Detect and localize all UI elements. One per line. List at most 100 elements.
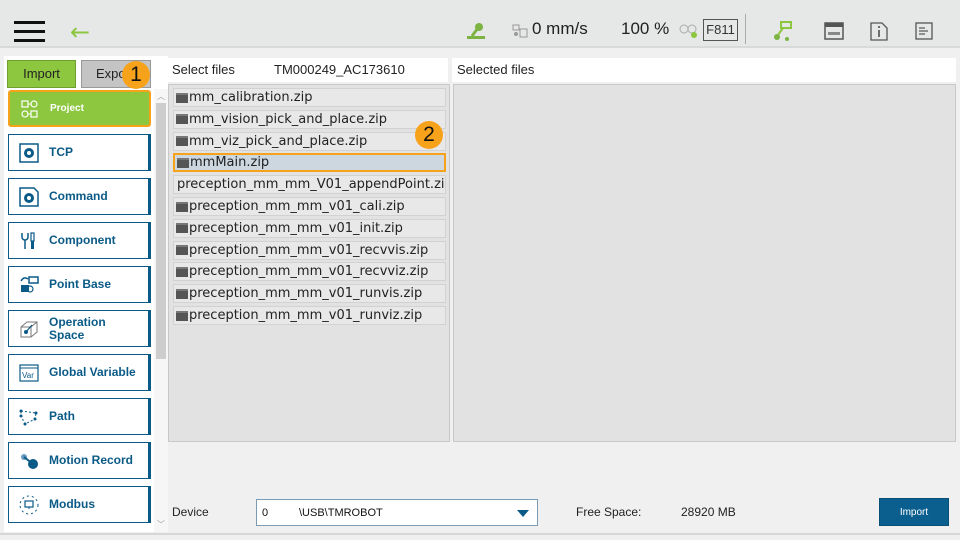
file-name: preception_mm_mm_V01_appendPoint.zip	[177, 177, 446, 193]
log-icon[interactable]	[915, 22, 933, 40]
file-item[interactable]: preception_mm_mm_V01_appendPoint.zip	[173, 175, 446, 195]
file-name: mmMain.zip	[190, 155, 270, 171]
hamburger-menu-icon[interactable]	[14, 21, 45, 43]
fcode-label: F811	[703, 19, 738, 41]
svg-text:Var: Var	[22, 371, 34, 380]
tab-import[interactable]: Import	[7, 60, 76, 88]
tools-icon	[21, 231, 35, 249]
select-files-title: Select files	[172, 62, 235, 77]
device-path: \USB\TMROBOT	[299, 507, 383, 519]
sidebar-item-label: TCP	[49, 145, 73, 159]
file-item[interactable]: mm_vision_pick_and_place.zip	[173, 109, 446, 129]
file-item[interactable]: preception_mm_mm_v01_init.zip	[173, 218, 446, 238]
project-flow-icon	[21, 99, 38, 118]
sidebar-item-label: Path	[49, 409, 76, 423]
sidebar-item-label: Command	[49, 189, 108, 203]
file-item[interactable]: preception_mm_mm_v01_recvviz.zip	[173, 262, 446, 282]
sidebar-item-global-variable[interactable]: Var Global Variable	[8, 354, 151, 391]
operation-space-icon	[20, 321, 38, 337]
sidebar-item-operation-space[interactable]: Operation Space	[8, 310, 151, 347]
file-name: mm_vision_pick_and_place.zip	[189, 111, 388, 127]
sidebar-item-project[interactable]: Project	[8, 90, 151, 127]
source-robot-id: TM000249_AC173610	[274, 62, 405, 77]
path-icon	[19, 409, 38, 425]
sidebar-item-label: Project	[50, 103, 84, 114]
speed-readout: 0 mm/s	[532, 19, 588, 38]
file-name: preception_mm_mm_v01_runvis.zip	[189, 286, 423, 302]
connection-icon[interactable]	[772, 20, 794, 42]
folder-icon	[176, 310, 188, 321]
folder-icon	[176, 92, 188, 103]
sidebar-item-tcp[interactable]: TCP	[8, 134, 151, 171]
file-name: preception_mm_mm_v01_runviz.zip	[189, 308, 423, 323]
gear-file-icon	[19, 186, 39, 207]
sidebar-item-label: Motion Record	[49, 453, 133, 467]
file-name: preception_mm_mm_v01_cali.zip	[189, 199, 405, 214]
sidebar-scrollbar[interactable]: ︿ ﹀	[154, 89, 168, 532]
folder-icon	[176, 223, 188, 234]
motion-record-icon	[21, 453, 38, 469]
info-icon[interactable]	[870, 22, 888, 41]
bottom-divider	[0, 533, 960, 535]
selected-files-title: Selected files	[457, 62, 535, 77]
robot-status-icon[interactable]	[466, 22, 486, 40]
sidebar-item-path[interactable]: Path	[8, 398, 151, 435]
selected-files-list[interactable]	[453, 84, 956, 442]
back-arrow-icon[interactable]: ←	[70, 18, 90, 46]
gear-icon	[19, 142, 39, 163]
device-index: 0	[262, 507, 269, 519]
free-space-label: Free Space:	[576, 505, 642, 519]
file-list: mm_calibration.zip mm_vision_pick_and_pla…	[168, 84, 450, 442]
file-item[interactable]: preception_mm_mm_v01_cali.zip	[173, 197, 446, 216]
speed-percent: 100 %	[621, 19, 670, 38]
free-space-value: 28920 MB	[681, 505, 736, 519]
sidebar-item-motion-record[interactable]: Motion Record	[8, 442, 151, 479]
file-item[interactable]: preception_mm_mm_v01_runvis.zip	[173, 284, 446, 304]
selected-files-header: Selected files	[452, 58, 956, 82]
file-name: preception_mm_mm_v01_recvvis.zip	[189, 242, 429, 258]
file-name: mm_viz_pick_and_place.zip	[189, 133, 368, 149]
file-item[interactable]: preception_mm_mm_v01_recvvis.zip	[173, 240, 446, 260]
toolbar-divider	[745, 14, 746, 44]
point-base-icon	[20, 275, 39, 293]
sidebar-item-point-base[interactable]: Point Base	[8, 266, 151, 303]
device-label: Device	[172, 505, 209, 519]
sidebar-item-modbus[interactable]: Modbus	[8, 486, 151, 523]
speed-icon	[512, 24, 528, 38]
folder-icon	[176, 288, 188, 299]
select-files-header: Select files TM000249_AC173610	[168, 58, 448, 82]
sidebar: Import Expo 1 Project TCP Command Compon…	[4, 56, 168, 532]
sidebar-item-label: Component	[49, 233, 116, 247]
zoom-toggle-icon[interactable]	[679, 23, 699, 39]
file-item[interactable]: mm_viz_pick_and_place.zip	[173, 131, 446, 151]
scroll-up-icon[interactable]: ︿	[154, 91, 168, 102]
sidebar-item-label: Modbus	[49, 497, 95, 511]
folder-icon	[176, 114, 188, 125]
folder-icon	[176, 266, 188, 277]
sidebar-item-label: Operation Space	[49, 314, 106, 342]
file-item[interactable]: preception_mm_mm_v01_runviz.zip	[173, 306, 446, 325]
folder-icon	[176, 136, 188, 147]
scrollbar-thumb[interactable]	[156, 103, 166, 359]
step-badge-1: 1	[122, 61, 150, 89]
file-name: mm_calibration.zip	[189, 90, 313, 105]
sidebar-item-label: Global Variable	[49, 365, 136, 379]
file-item[interactable]: mm_calibration.zip	[173, 88, 446, 107]
category-list: Project TCP Command Component Point Base…	[4, 89, 154, 532]
device-select[interactable]: 0 \USB\TMROBOT	[256, 499, 538, 526]
top-bar: ← 0 mm/s 100 % F811	[0, 0, 960, 48]
display-icon[interactable]	[824, 22, 844, 40]
var-icon: Var	[19, 363, 39, 382]
sidebar-item-component[interactable]: Component	[8, 222, 151, 259]
file-name: preception_mm_mm_v01_init.zip	[189, 220, 403, 236]
folder-icon	[176, 245, 188, 256]
modbus-icon	[19, 495, 39, 514]
step-badge-2: 2	[415, 121, 443, 149]
import-button[interactable]: Import	[879, 498, 949, 526]
chevron-down-icon[interactable]	[517, 510, 529, 517]
sidebar-item-command[interactable]: Command	[8, 178, 151, 215]
file-item[interactable]: mmMain.zip	[173, 153, 446, 173]
folder-icon	[177, 157, 189, 168]
scroll-down-icon[interactable]: ﹀	[154, 519, 168, 530]
file-name: preception_mm_mm_v01_recvviz.zip	[189, 264, 429, 280]
